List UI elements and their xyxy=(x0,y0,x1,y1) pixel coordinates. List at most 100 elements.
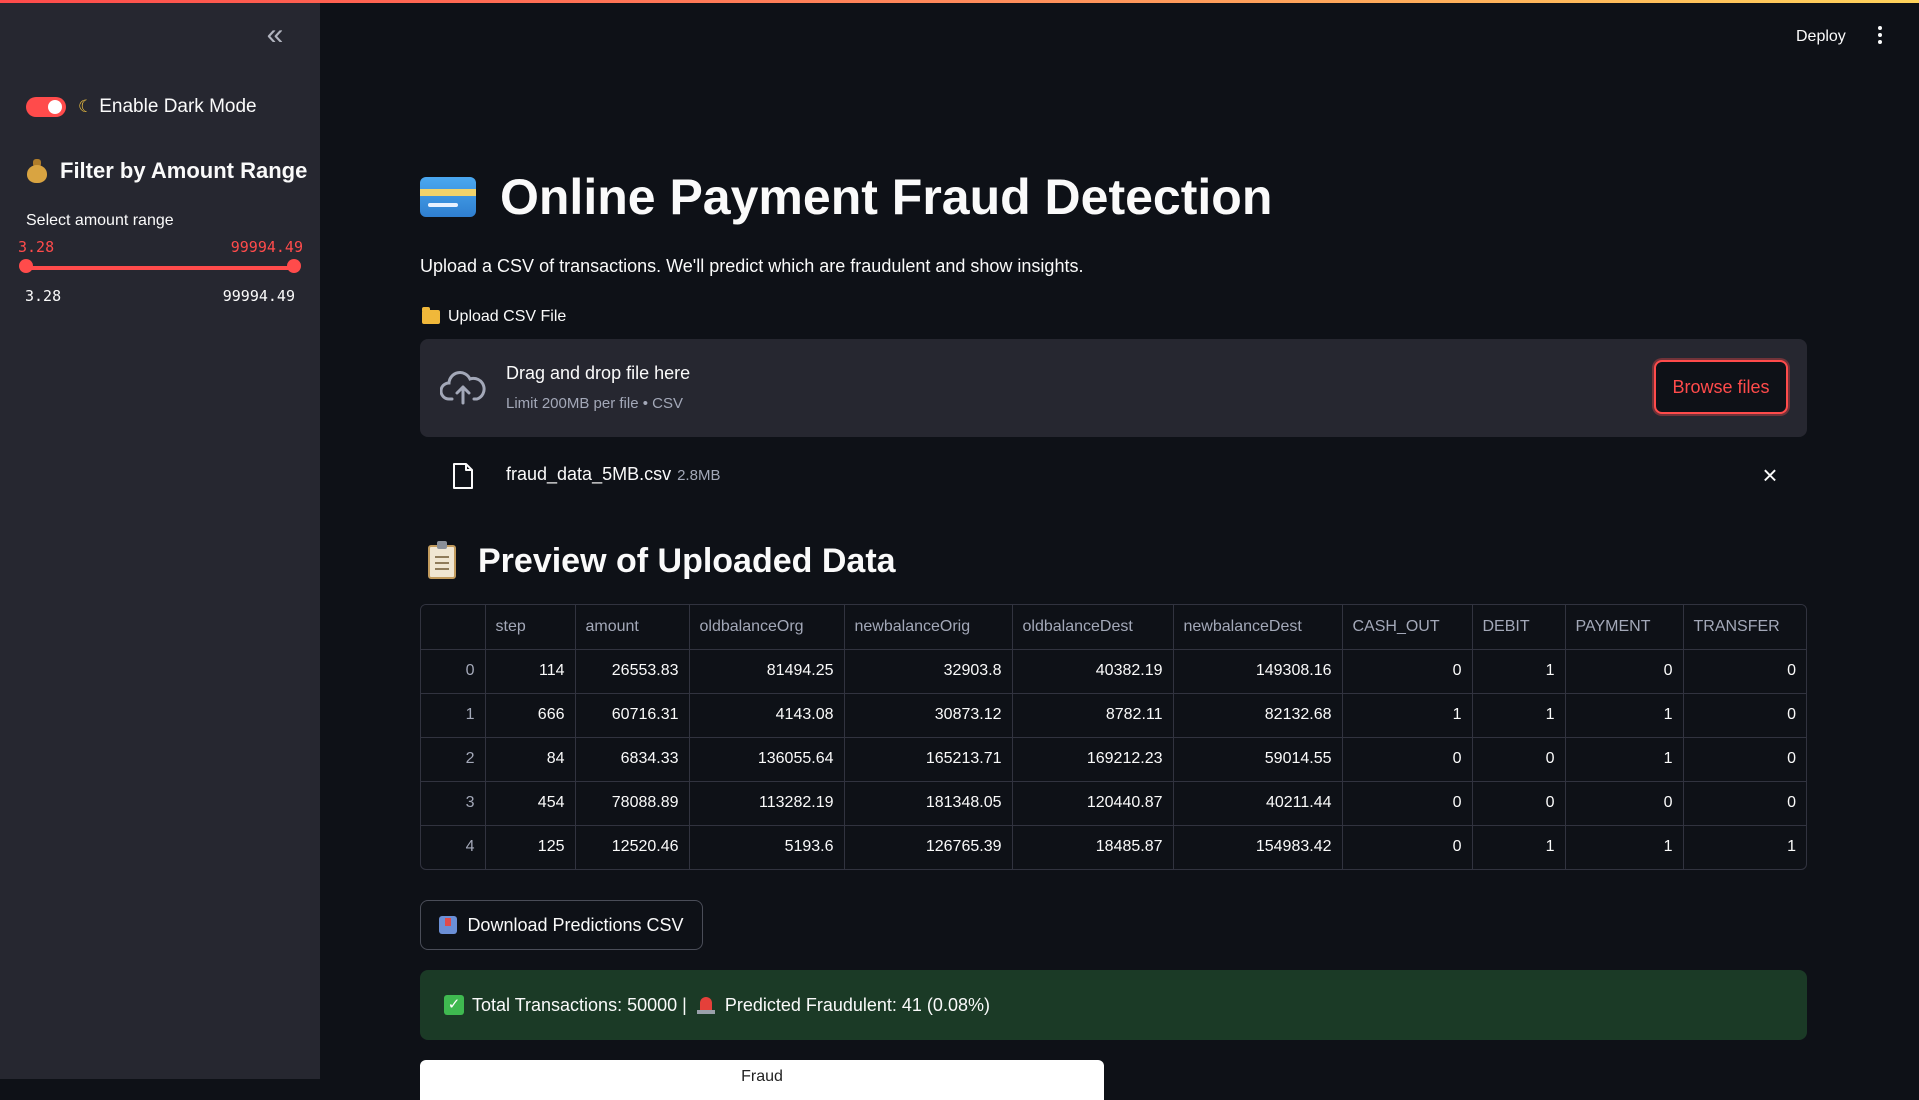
table-cell[interactable]: 125 xyxy=(485,825,576,869)
siren-icon xyxy=(696,995,715,1015)
table-cell[interactable]: 5193.6 xyxy=(689,825,845,869)
table-cell[interactable]: 0 xyxy=(1342,649,1473,694)
table-cell[interactable]: 32903.8 xyxy=(844,649,1013,694)
table-cell[interactable]: 78088.89 xyxy=(575,781,690,826)
table-cell[interactable]: 30873.12 xyxy=(844,693,1013,738)
table-row: 2 84 6834.33 136055.64 165213.71 169212.… xyxy=(421,737,1806,782)
table-cell[interactable]: 1 xyxy=(1565,693,1684,738)
preview-heading-text: Preview of Uploaded Data xyxy=(478,542,896,580)
table-cell[interactable]: 1 xyxy=(1683,825,1806,869)
column-header[interactable]: oldbalanceOrg xyxy=(689,605,845,650)
top-decoration-bar xyxy=(0,0,1919,3)
column-header[interactable]: TRANSFER xyxy=(1683,605,1806,650)
table-cell[interactable]: 1 xyxy=(1565,825,1684,869)
table-cell[interactable]: 0 xyxy=(1683,649,1806,694)
filter-heading-text: Filter by Amount Range xyxy=(60,158,308,183)
credit-card-icon xyxy=(420,177,476,217)
column-header[interactable]: newbalanceDest xyxy=(1173,605,1343,650)
table-cell[interactable]: 1 xyxy=(1565,737,1684,782)
table-cell[interactable]: 0 xyxy=(1683,781,1806,826)
table-cell[interactable]: 60716.31 xyxy=(575,693,690,738)
uploaded-file-name: fraud_data_5MB.csv 2.8MB xyxy=(506,464,720,485)
table-cell[interactable]: 84 xyxy=(485,737,576,782)
remove-file-close-icon[interactable]: × xyxy=(1757,462,1783,488)
file-dropzone[interactable]: Drag and drop file here Limit 200MB per … xyxy=(420,339,1807,437)
table-cell[interactable]: 666 xyxy=(485,693,576,738)
table-cell[interactable]: 114 xyxy=(485,649,576,694)
column-header[interactable]: step xyxy=(485,605,576,650)
table-cell[interactable]: 8782.11 xyxy=(1012,693,1174,738)
dark-mode-text: Enable Dark Mode xyxy=(99,96,257,117)
table-cell[interactable]: 0 xyxy=(1683,693,1806,738)
table-cell[interactable]: 82132.68 xyxy=(1173,693,1343,738)
table-cell[interactable]: 0 xyxy=(1472,737,1566,782)
table-cell[interactable]: 0 xyxy=(1342,825,1473,869)
table-cell[interactable]: 0 xyxy=(1342,737,1473,782)
table-cell[interactable]: 0 xyxy=(1342,781,1473,826)
clipboard-icon xyxy=(428,540,456,579)
file-icon xyxy=(453,463,473,489)
table-cell[interactable]: 40211.44 xyxy=(1173,781,1343,826)
table-cell[interactable]: 1 xyxy=(1342,693,1473,738)
table-cell[interactable]: 0 xyxy=(1683,737,1806,782)
table-cell[interactable]: 1 xyxy=(1472,693,1566,738)
table-cell[interactable]: 0 xyxy=(1565,649,1684,694)
uploaded-file-row: fraud_data_5MB.csv 2.8MB × xyxy=(420,450,1807,506)
deploy-button[interactable]: Deploy xyxy=(1796,28,1846,46)
column-header[interactable]: CASH_OUT xyxy=(1342,605,1473,650)
table-cell[interactable]: 126765.39 xyxy=(844,825,1013,869)
table-cell[interactable]: 26553.83 xyxy=(575,649,690,694)
table-cell[interactable]: 120440.87 xyxy=(1012,781,1174,826)
range-current-high: 99994.49 xyxy=(230,238,303,256)
predicted-fraud-text: Predicted Fraudulent: 41 (0.08%) xyxy=(724,994,990,1015)
range-slider-high-handle[interactable] xyxy=(287,259,301,273)
upload-label: Upload CSV File xyxy=(422,307,567,326)
table-cell[interactable]: 136055.64 xyxy=(689,737,845,782)
table-cell[interactable]: 113282.19 xyxy=(689,781,845,826)
range-slider-track[interactable] xyxy=(25,266,295,270)
range-current-values: 3.28 99994.49 xyxy=(18,238,303,256)
table-cell[interactable]: 1 xyxy=(1472,825,1566,869)
table-cell[interactable]: 81494.25 xyxy=(689,649,845,694)
upload-label-text: Upload CSV File xyxy=(448,308,567,325)
money-bag-icon xyxy=(26,159,48,183)
table-row: 3 454 78088.89 113282.19 181348.05 12044… xyxy=(421,781,1806,826)
column-header[interactable] xyxy=(421,605,486,650)
table-cell[interactable]: 154983.42 xyxy=(1173,825,1343,869)
moon-icon: ☾ xyxy=(78,97,94,116)
table-cell[interactable]: 169212.23 xyxy=(1012,737,1174,782)
table-row: 0 114 26553.83 81494.25 32903.8 40382.19… xyxy=(421,649,1806,694)
download-predictions-button[interactable]: Download Predictions CSV xyxy=(420,900,703,950)
column-header[interactable]: PAYMENT xyxy=(1565,605,1684,650)
browse-files-button[interactable]: Browse files xyxy=(1654,360,1788,414)
table-cell[interactable]: 149308.16 xyxy=(1173,649,1343,694)
column-header[interactable]: oldbalanceDest xyxy=(1012,605,1174,650)
column-header[interactable]: amount xyxy=(575,605,690,650)
table-cell[interactable]: 40382.19 xyxy=(1012,649,1174,694)
dark-mode-toggle[interactable] xyxy=(26,97,66,117)
table-cell[interactable]: 1 xyxy=(1472,649,1566,694)
table-cell[interactable]: 0 xyxy=(1472,781,1566,826)
table-cell[interactable]: 454 xyxy=(485,781,576,826)
column-header[interactable]: newbalanceOrig xyxy=(844,605,1013,650)
data-preview-table[interactable]: step amount oldbalanceOrg newbalanceOrig… xyxy=(420,604,1807,870)
range-slider-low-handle[interactable] xyxy=(19,259,33,273)
table-cell[interactable]: 6834.33 xyxy=(575,737,690,782)
column-header[interactable]: DEBIT xyxy=(1472,605,1566,650)
fraud-chart-card: Fraud xyxy=(420,1060,1104,1100)
table-cell[interactable]: 12520.46 xyxy=(575,825,690,869)
table-header-row: step amount oldbalanceOrg newbalanceOrig… xyxy=(421,605,1806,650)
cloud-upload-icon xyxy=(440,371,486,405)
toggle-knob xyxy=(48,100,62,114)
collapse-sidebar-icon[interactable]: « xyxy=(262,20,288,50)
table-cell[interactable]: 0 xyxy=(1565,781,1684,826)
table-cell[interactable]: 59014.55 xyxy=(1173,737,1343,782)
row-index: 0 xyxy=(421,649,486,694)
table-cell[interactable]: 181348.05 xyxy=(844,781,1013,826)
dropzone-title: Drag and drop file here xyxy=(506,363,691,383)
table-cell[interactable]: 165213.71 xyxy=(844,737,1013,782)
table-cell[interactable]: 18485.87 xyxy=(1012,825,1174,869)
table-cell[interactable]: 4143.08 xyxy=(689,693,845,738)
main-menu-icon[interactable] xyxy=(1874,24,1886,48)
row-index: 3 xyxy=(421,781,486,826)
